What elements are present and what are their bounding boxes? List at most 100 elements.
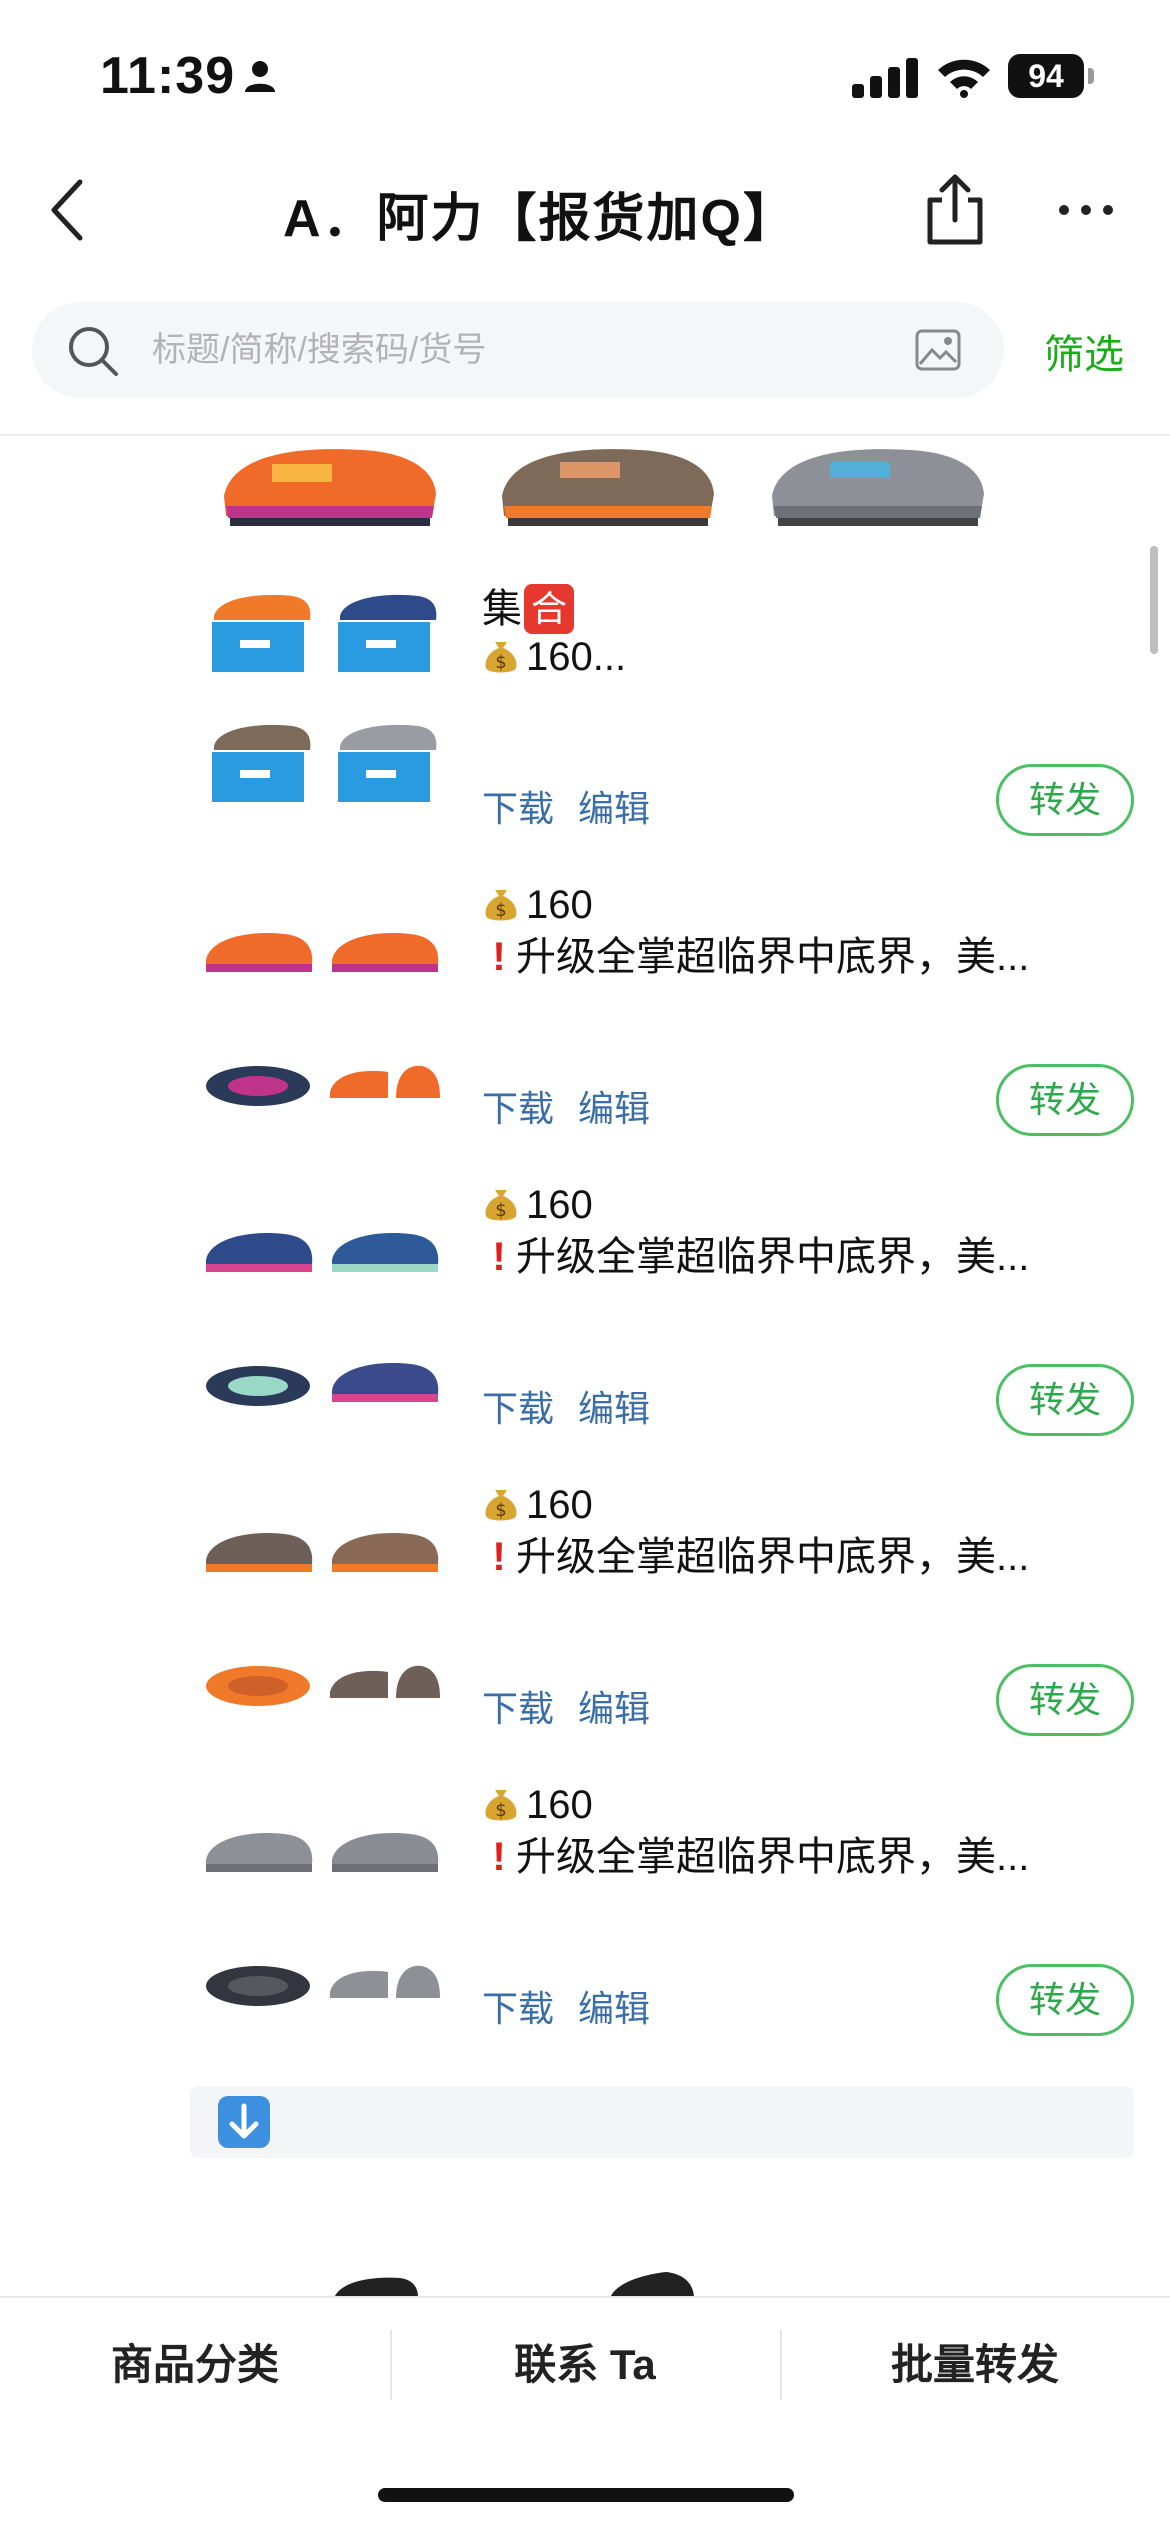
- post-price: 160...: [526, 635, 627, 679]
- post-title: 集合: [482, 584, 574, 634]
- post-description: ! 升级全掌超临界中底界，美...: [482, 1232, 1122, 1282]
- thumbnail-grid[interactable]: [190, 580, 450, 840]
- product-post: $160 ! 升级全掌超临界中底界，美... 下载 编辑 转发: [190, 1480, 1140, 1780]
- search-icon: [69, 327, 118, 376]
- shoe-thumbnail[interactable]: [200, 1190, 320, 1310]
- download-link[interactable]: 下载: [482, 780, 554, 832]
- post-price: 160: [526, 1183, 593, 1227]
- download-link[interactable]: 下载: [482, 1080, 554, 1132]
- shoe-sole-thumbnail[interactable]: [200, 1320, 320, 1440]
- more-options-icon[interactable]: [1056, 202, 1116, 218]
- thumbnail-grid[interactable]: [190, 880, 450, 1140]
- navigation-bar: A．阿力【报货加Q】: [0, 150, 1170, 270]
- product-post: $160 ! 升级全掌超临界中底界，美... 下载 编辑 转发: [190, 1780, 1140, 2080]
- forward-button[interactable]: 转发: [996, 1064, 1134, 1136]
- forward-button[interactable]: 转发: [996, 1664, 1134, 1736]
- tab-batch-forward[interactable]: 批量转发: [780, 2298, 1170, 2432]
- shoe-box-thumbnail[interactable]: [326, 580, 446, 700]
- forward-button[interactable]: 转发: [996, 764, 1134, 836]
- svg-text:$: $: [495, 1200, 506, 1221]
- back-arrow-icon[interactable]: [40, 170, 100, 250]
- status-time: 11:39: [100, 47, 236, 105]
- post-title-text: 集: [482, 587, 522, 631]
- shoe-pair-thumbnail[interactable]: [326, 1620, 446, 1740]
- person-icon: [245, 61, 275, 92]
- edit-link[interactable]: 编辑: [578, 1080, 650, 1132]
- money-bag-icon: $: [485, 642, 517, 673]
- shoe-thumbnail[interactable]: [326, 1490, 446, 1610]
- previous-post-images: [190, 436, 1010, 560]
- tab-categories[interactable]: 商品分类: [0, 2298, 390, 2432]
- shoe-thumbnail[interactable]: [326, 1320, 446, 1440]
- thumbnail-grid[interactable]: [190, 1480, 450, 1740]
- forward-button[interactable]: 转发: [996, 1964, 1134, 2036]
- shoe-thumbnail[interactable]: [326, 1790, 446, 1910]
- edit-link[interactable]: 编辑: [578, 1680, 650, 1732]
- post-price: 160: [526, 1783, 593, 1827]
- search-bar[interactable]: [32, 302, 1004, 398]
- money-bag-icon: $: [485, 1790, 517, 1821]
- money-bag-icon: $: [485, 890, 517, 921]
- post-price-line: $160: [482, 1480, 593, 1530]
- shoe-thumbnail[interactable]: [326, 1190, 446, 1310]
- home-indicator[interactable]: [378, 2488, 794, 2502]
- edit-link[interactable]: 编辑: [578, 1980, 650, 2032]
- exclamation-icon: !: [492, 1535, 506, 1579]
- share-icon[interactable]: [920, 172, 990, 248]
- product-post: $160 ! 升级全掌超临界中底界，美... 下载 编辑 转发: [190, 1180, 1140, 1480]
- post-description-text: 升级全掌超临界中底界，美...: [516, 935, 1030, 979]
- post-description-text: 升级全掌超临界中底界，美...: [516, 1535, 1030, 1579]
- shoe-box-thumbnail[interactable]: [326, 710, 446, 830]
- post-description-text: 升级全掌超临界中底界，美...: [516, 1235, 1030, 1279]
- svg-text:$: $: [495, 1500, 506, 1521]
- shoe-sole-thumbnail[interactable]: [200, 1020, 320, 1140]
- shoe-thumbnail[interactable]: [200, 890, 320, 1010]
- down-arrow-icon[interactable]: [218, 2096, 270, 2148]
- search-input[interactable]: [152, 302, 912, 398]
- shoe-sole-thumbnail[interactable]: [200, 1920, 320, 2040]
- shoe-box-thumbnail[interactable]: [200, 580, 320, 700]
- post-description: ! 升级全掌超临界中底界，美...: [482, 1832, 1122, 1882]
- shoe-thumbnail[interactable]: [326, 890, 446, 1010]
- edit-link[interactable]: 编辑: [578, 780, 650, 832]
- post-price-line: $160: [482, 880, 593, 930]
- shoe-thumbnail[interactable]: [200, 1490, 320, 1610]
- post-price-line: $160...: [482, 632, 1122, 682]
- post-price-line: $160: [482, 1780, 593, 1830]
- cellular-signal-icon: [852, 58, 918, 98]
- exclamation-icon: !: [492, 1835, 506, 1879]
- shoe-image[interactable]: [212, 436, 442, 540]
- shoe-box-thumbnail[interactable]: [200, 710, 320, 830]
- bottom-tab-bar: 商品分类 联系 Ta 批量转发: [0, 2296, 1170, 2430]
- image-search-icon[interactable]: [914, 328, 962, 372]
- shoe-sole-thumbnail[interactable]: [200, 1620, 320, 1740]
- battery-indicator: 94: [1008, 54, 1084, 98]
- shoe-pair-thumbnail[interactable]: [326, 1020, 446, 1140]
- tab-contact[interactable]: 联系 Ta: [390, 2298, 780, 2432]
- download-link[interactable]: 下载: [482, 1980, 554, 2032]
- shoe-thumbnail[interactable]: [200, 1790, 320, 1910]
- shoe-image[interactable]: [760, 436, 990, 540]
- filter-button[interactable]: 筛选: [1044, 322, 1124, 380]
- forward-button[interactable]: 转发: [996, 1364, 1134, 1436]
- he-badge: 合: [524, 584, 574, 634]
- shoe-image[interactable]: [490, 436, 720, 540]
- thumbnail-grid[interactable]: [190, 1180, 450, 1440]
- download-link[interactable]: 下载: [482, 1680, 554, 1732]
- shoe-pair-thumbnail[interactable]: [326, 1920, 446, 2040]
- scrollbar[interactable]: [1150, 546, 1158, 654]
- exclamation-icon: !: [492, 1235, 506, 1279]
- edit-link[interactable]: 编辑: [578, 1380, 650, 1432]
- status-bar: 11:39 94: [0, 0, 1170, 150]
- svg-text:$: $: [495, 900, 506, 921]
- post-description-text: 升级全掌超临界中底界，美...: [516, 1835, 1030, 1879]
- post-description: ! 升级全掌超临界中底界，美...: [482, 932, 1122, 982]
- post-price-line: $160: [482, 1180, 593, 1230]
- shoe-image-partial: [334, 2277, 418, 2298]
- thumbnail-grid[interactable]: [190, 1780, 450, 2040]
- page-title: A．阿力【报货加Q】: [282, 190, 797, 248]
- wifi-icon: [938, 59, 990, 98]
- post-description: ! 升级全掌超临界中底界，美...: [482, 1532, 1122, 1582]
- download-link[interactable]: 下载: [482, 1380, 554, 1432]
- expand-bar[interactable]: [190, 2086, 1134, 2158]
